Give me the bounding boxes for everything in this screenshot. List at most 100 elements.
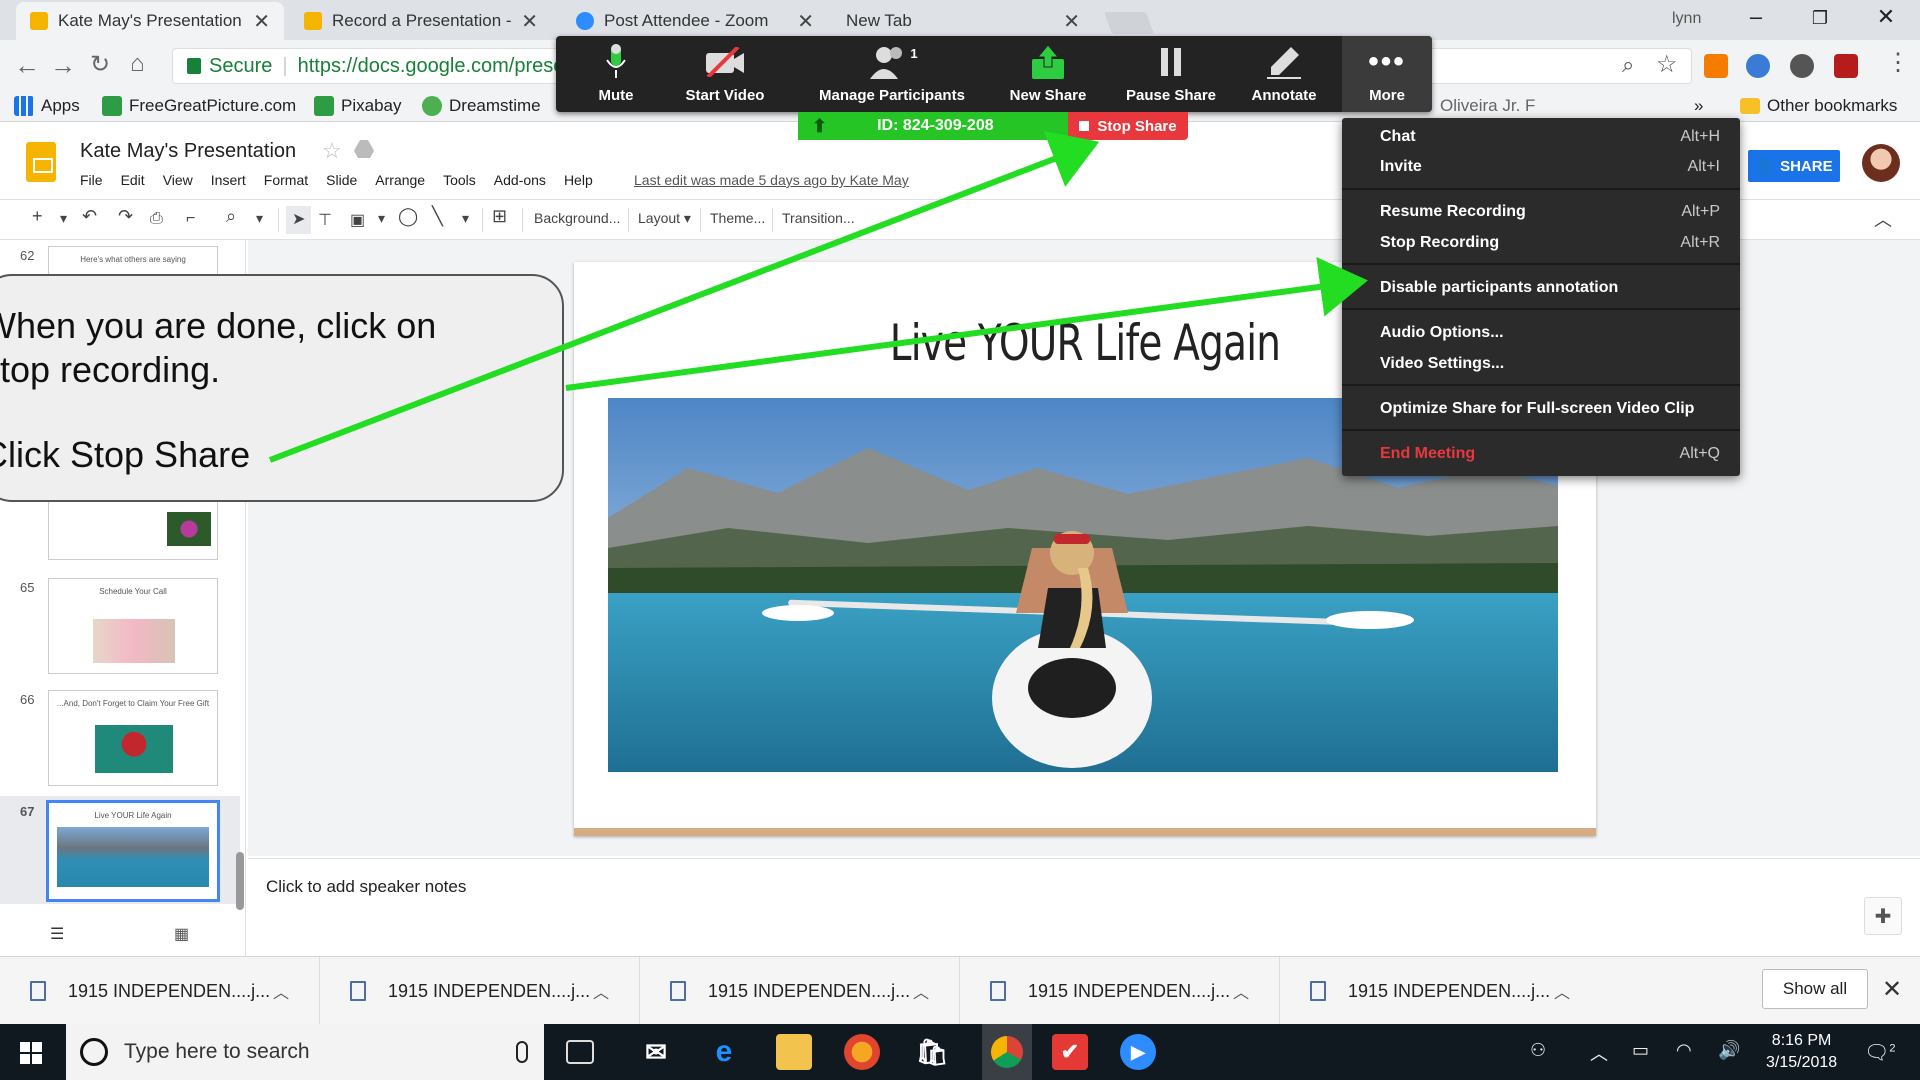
- menu-file[interactable]: File: [80, 172, 103, 188]
- menu-slide[interactable]: Slide: [326, 172, 357, 188]
- microphone-icon[interactable]: [516, 1041, 528, 1063]
- store-icon[interactable]: 🛍: [914, 1034, 950, 1070]
- forward-icon[interactable]: →: [50, 50, 76, 81]
- firefox-icon[interactable]: [844, 1034, 880, 1070]
- windows-start-icon[interactable]: [20, 1042, 42, 1064]
- download-item[interactable]: 1915 INDEPENDEN....j... ︿: [0, 957, 320, 1025]
- text-box-icon[interactable]: ⊤: [318, 210, 332, 230]
- task-view-icon[interactable]: [566, 1040, 594, 1064]
- add-comment-icon[interactable]: ⊞: [492, 206, 507, 227]
- explore-button[interactable]: ✚: [1864, 897, 1902, 935]
- tab-new-tab[interactable]: New Tab ✕: [832, 2, 1094, 40]
- list-view-icon[interactable]: ☰: [50, 924, 64, 944]
- bookmark-star-icon[interactable]: ☆: [1656, 50, 1678, 79]
- pinterest-icon[interactable]: [1790, 54, 1814, 78]
- reload-icon[interactable]: ↻: [90, 50, 110, 79]
- slide-thumbnail[interactable]: ...And, Don't Forget to Claim Your Free …: [48, 690, 218, 786]
- menu-item-chat[interactable]: Chat Alt+H: [1342, 122, 1740, 152]
- zoom-magnifier-icon[interactable]: ⌕: [1622, 52, 1634, 78]
- close-icon[interactable]: ✕: [797, 9, 814, 34]
- wifi-icon[interactable]: ◠: [1676, 1040, 1692, 1061]
- grid-view-icon[interactable]: ▦: [174, 924, 189, 944]
- download-item[interactable]: 1915 INDEPENDEN....j... ︿: [640, 957, 960, 1025]
- chevron-down-icon[interactable]: ▾: [462, 210, 469, 227]
- chevron-up-icon[interactable]: ︿: [1554, 979, 1570, 1003]
- minimize-icon[interactable]: –: [1736, 4, 1776, 30]
- show-all-button[interactable]: Show all: [1762, 969, 1868, 1009]
- menu-edit[interactable]: Edit: [121, 172, 145, 188]
- menu-arrange[interactable]: Arrange: [375, 172, 425, 188]
- background-button[interactable]: Background...: [534, 210, 620, 226]
- people-icon[interactable]: ⚇: [1530, 1040, 1546, 1061]
- drive-folder-icon[interactable]: [354, 140, 374, 158]
- zoom-more-button[interactable]: ••• More: [1342, 36, 1432, 112]
- chevron-down-icon[interactable]: ▾: [378, 210, 385, 227]
- print-icon[interactable]: ⎙: [150, 210, 163, 228]
- mail-icon[interactable]: ✉: [638, 1034, 674, 1070]
- bookmark-oliveira[interactable]: Oliveira Jr. F: [1440, 96, 1535, 116]
- last-edit-link[interactable]: Last edit was made 5 days ago by Kate Ma…: [634, 172, 909, 188]
- menu-item-end-meeting[interactable]: End Meeting Alt+Q: [1342, 439, 1740, 469]
- zoom-manage-participants-button[interactable]: 1 Manage Participants: [810, 36, 974, 112]
- zoom-app-icon[interactable]: ▶: [1120, 1034, 1156, 1070]
- menu-tools[interactable]: Tools: [443, 172, 476, 188]
- zoom-pause-share-button[interactable]: Pause Share: [1124, 36, 1218, 112]
- document-title[interactable]: Kate May's Presentation: [80, 140, 296, 163]
- secure-indicator[interactable]: Secure: [187, 55, 272, 78]
- system-clock[interactable]: 8:16 PM 3/15/2018: [1766, 1030, 1837, 1074]
- layout-button[interactable]: Layout ▾: [638, 210, 691, 227]
- theme-button[interactable]: Theme...: [710, 210, 765, 226]
- speaker-notes[interactable]: Click to add speaker notes ✚: [248, 858, 1920, 956]
- menu-addons[interactable]: Add-ons: [494, 172, 546, 188]
- other-bookmarks[interactable]: Other bookmarks: [1740, 96, 1897, 116]
- star-icon[interactable]: ☆: [322, 138, 342, 164]
- file-explorer-icon[interactable]: [776, 1034, 812, 1070]
- window-close-icon[interactable]: ✕: [1866, 4, 1906, 30]
- menu-item-stop-recording[interactable]: Stop Recording Alt+R: [1342, 228, 1740, 258]
- stop-share-button[interactable]: Stop Share: [1068, 112, 1188, 140]
- download-item[interactable]: 1915 INDEPENDEN....j... ︿: [320, 957, 640, 1025]
- tray-chevron-icon[interactable]: ︿: [1590, 1040, 1608, 1066]
- close-icon[interactable]: ✕: [1063, 9, 1080, 34]
- zoom-start-video-button[interactable]: Start Video: [678, 36, 772, 112]
- menu-item-disable-annotation[interactable]: Disable participants annotation: [1342, 273, 1740, 303]
- menu-format[interactable]: Format: [264, 172, 308, 188]
- volume-icon[interactable]: 🔊: [1718, 1040, 1740, 1061]
- battery-icon[interactable]: ▭: [1632, 1040, 1649, 1061]
- profile-name[interactable]: lynn: [1672, 10, 1701, 28]
- select-cursor-icon[interactable]: ➤: [286, 206, 312, 234]
- speaker-notes-placeholder[interactable]: Click to add speaker notes: [266, 877, 466, 897]
- redo-icon[interactable]: ↷: [118, 206, 133, 227]
- menu-item-audio-options[interactable]: Audio Options...: [1342, 318, 1740, 348]
- zoom-icon[interactable]: ⌕: [226, 206, 236, 227]
- close-icon[interactable]: ✕: [521, 9, 538, 34]
- new-tab-button[interactable]: [1103, 12, 1155, 34]
- back-icon[interactable]: ←: [14, 50, 40, 81]
- chevron-down-icon[interactable]: ▾: [256, 210, 263, 227]
- line-icon[interactable]: ╲: [432, 206, 443, 227]
- transition-button[interactable]: Transition...: [782, 210, 855, 226]
- collapse-icon[interactable]: ︿: [1874, 206, 1892, 232]
- menu-help[interactable]: Help: [564, 172, 593, 188]
- chrome-menu-icon[interactable]: ⋮: [1886, 48, 1910, 77]
- chevron-up-icon[interactable]: ︿: [593, 979, 609, 1003]
- menu-item-resume-recording[interactable]: Resume Recording Alt+P: [1342, 197, 1740, 227]
- url-text[interactable]: https://docs.google.com/prese: [298, 55, 565, 78]
- slides-logo-icon[interactable]: [26, 142, 56, 182]
- bookmark-dreamstime[interactable]: Dreamstime: [422, 96, 541, 116]
- bookmark-apps[interactable]: Apps: [14, 96, 80, 116]
- slide-thumbnail[interactable]: Schedule Your Call: [48, 578, 218, 674]
- extension-icon[interactable]: [1704, 54, 1728, 78]
- bookmark-freegreatpicture[interactable]: FreeGreatPicture.com: [102, 96, 296, 116]
- edge-icon[interactable]: e: [706, 1034, 742, 1070]
- chevron-up-icon[interactable]: ︿: [913, 979, 929, 1003]
- chevron-down-icon[interactable]: ▾: [60, 210, 67, 227]
- share-button[interactable]: 👤 SHARE: [1748, 150, 1840, 182]
- menu-view[interactable]: View: [163, 172, 193, 188]
- menu-item-optimize-share[interactable]: Optimize Share for Full-screen Video Cli…: [1342, 394, 1740, 424]
- chevron-up-icon[interactable]: ︿: [273, 979, 289, 1003]
- download-item[interactable]: 1915 INDEPENDEN....j... ︿: [1280, 957, 1600, 1025]
- image-icon[interactable]: ▣: [350, 210, 365, 230]
- tab-kate-mays-presentation[interactable]: Kate May's Presentation ✕: [16, 2, 284, 40]
- menu-item-video-settings[interactable]: Video Settings...: [1342, 349, 1740, 379]
